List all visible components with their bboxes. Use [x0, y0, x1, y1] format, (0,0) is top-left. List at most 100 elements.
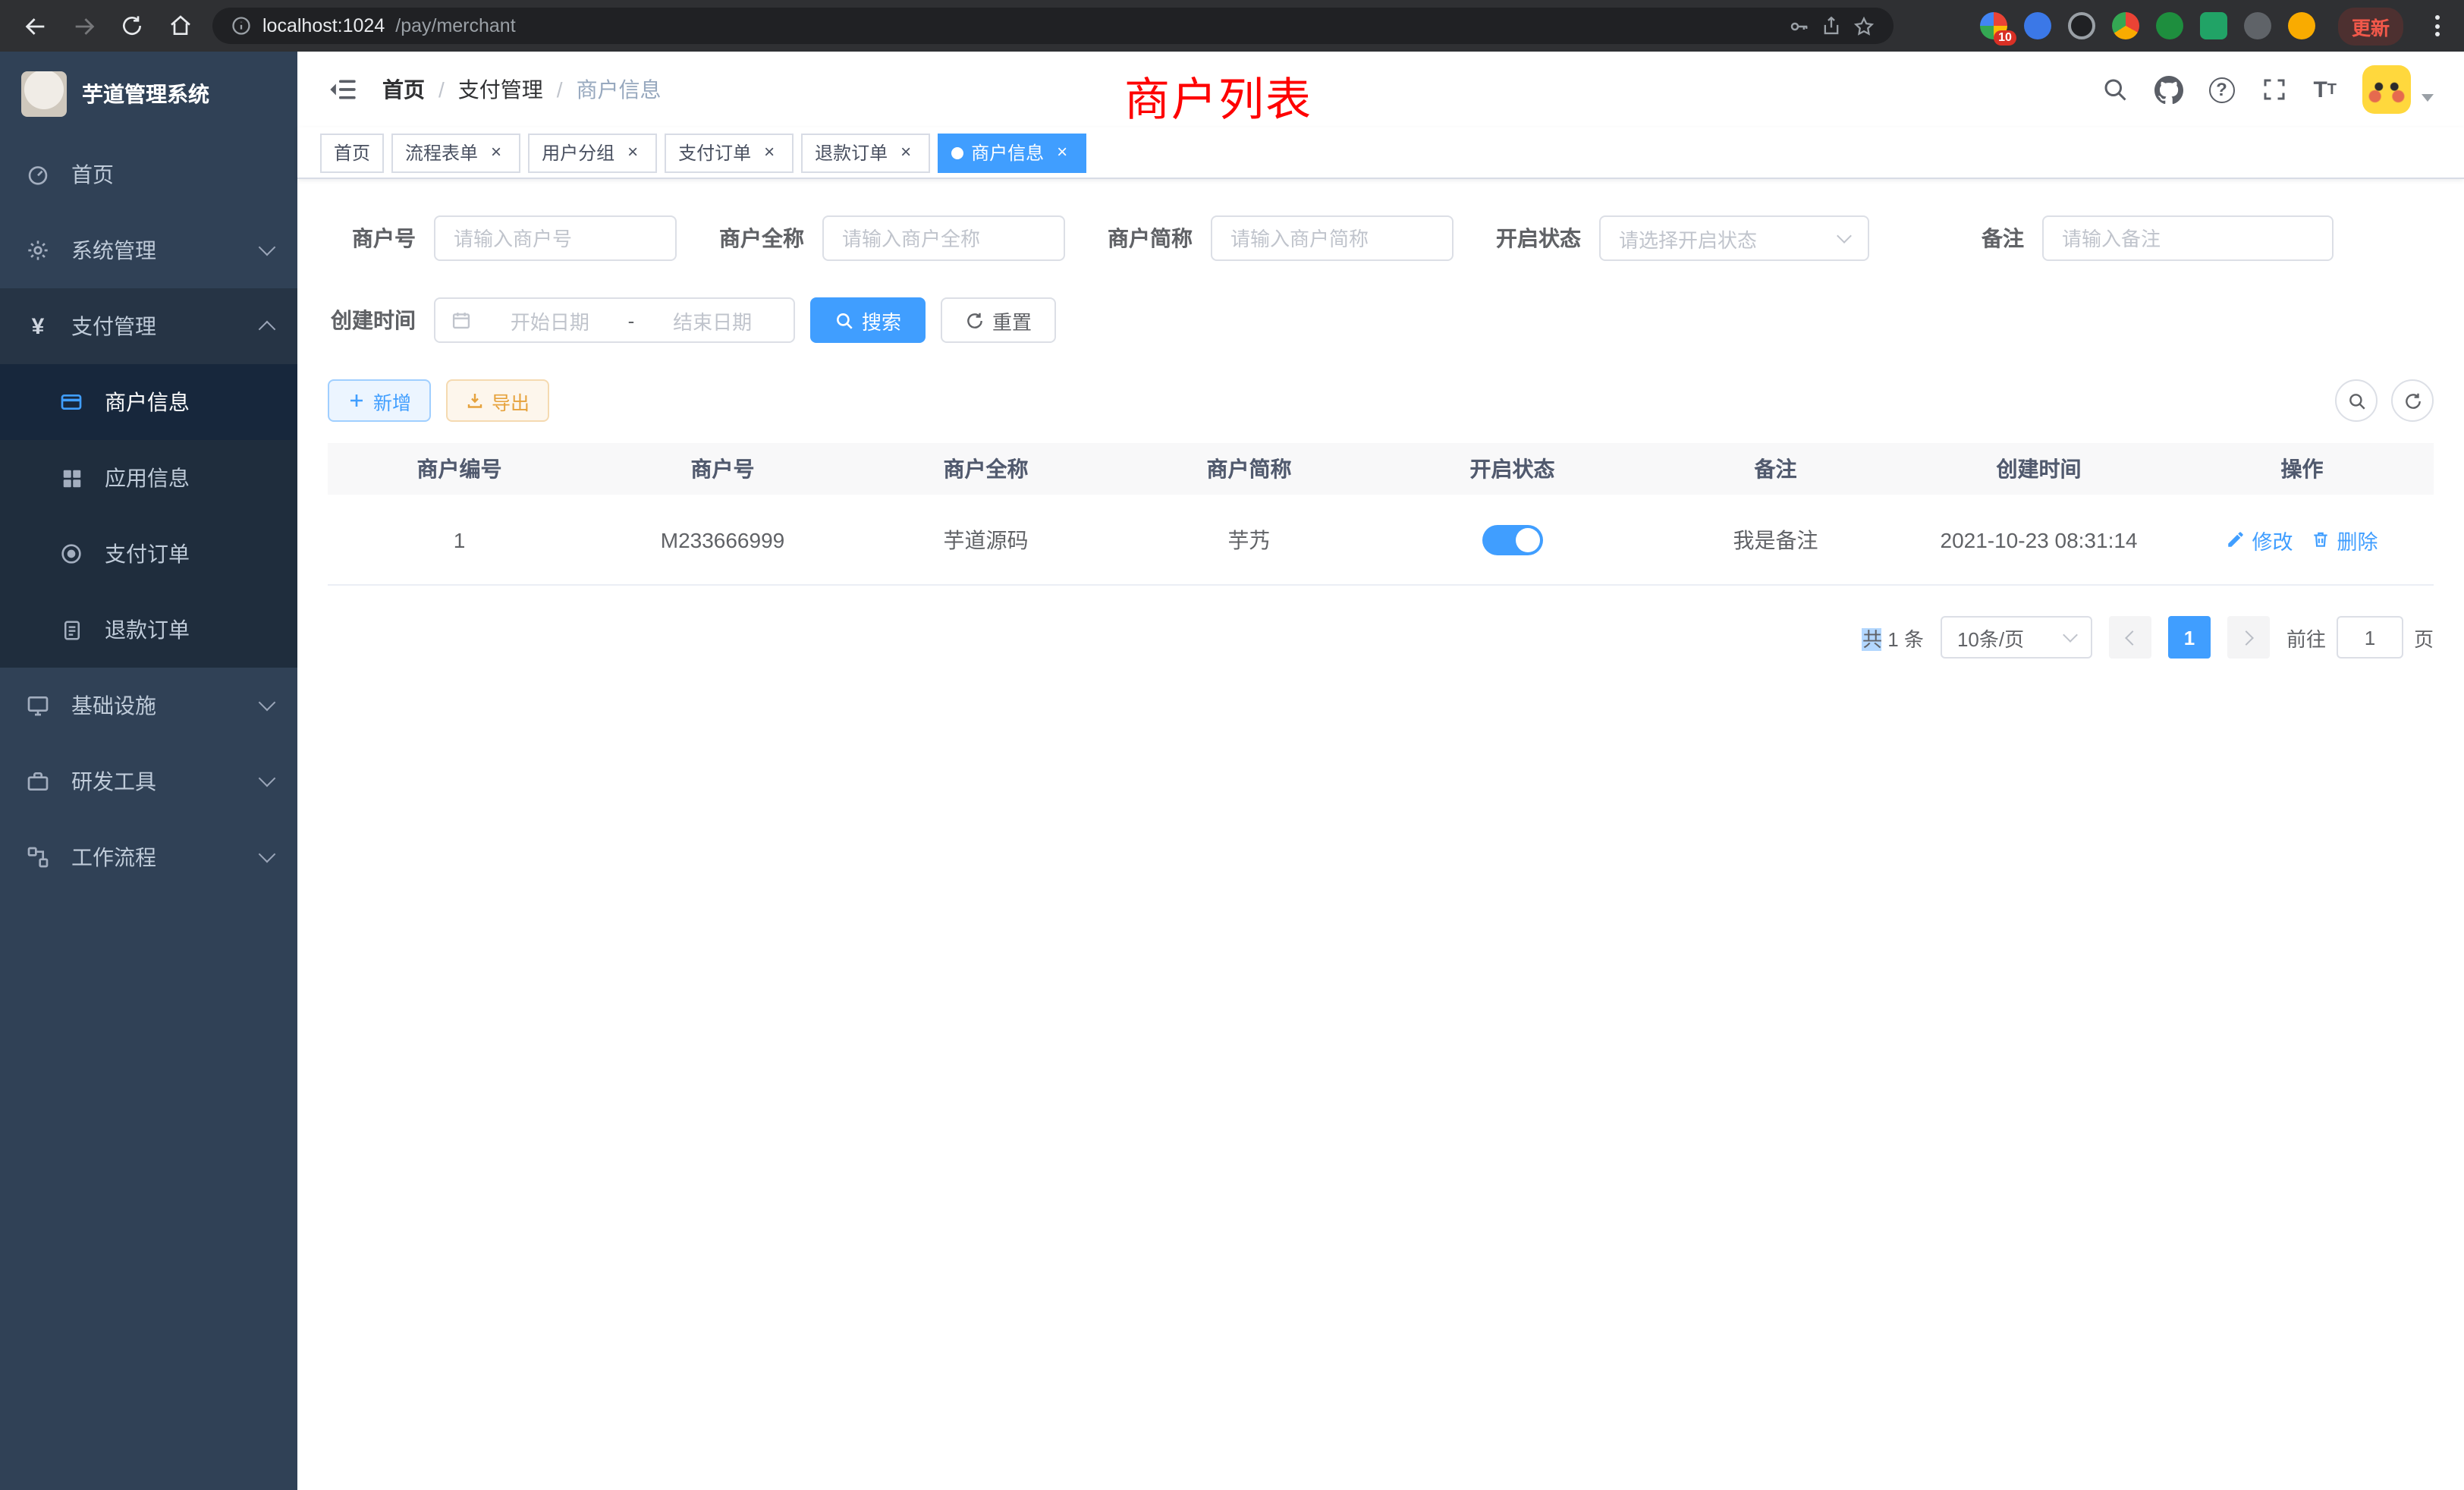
page-number-1[interactable]: 1	[2168, 616, 2211, 659]
tab-process-form[interactable]: 流程表单 ×	[391, 133, 520, 172]
fullscreen-icon[interactable]	[2260, 76, 2287, 103]
col-remark: 备注	[1644, 443, 1907, 495]
tab-close-icon[interactable]: ×	[622, 142, 643, 163]
remark-input[interactable]	[2042, 215, 2334, 261]
sidebar-item-refund-orders[interactable]: 退款订单	[0, 592, 297, 668]
reset-button[interactable]: 重置	[941, 297, 1056, 343]
chevron-right-icon	[2239, 630, 2254, 645]
date-range-picker[interactable]: 开始日期 - 结束日期	[434, 297, 795, 343]
app: 芋道管理系统 首页 系统管理 ¥ 支付管理	[0, 52, 2464, 1490]
extension-icon[interactable]	[2244, 12, 2271, 39]
sidebar-item-dev-tools[interactable]: 研发工具	[0, 743, 297, 819]
site-info-icon[interactable]	[231, 15, 252, 36]
url-path: /pay/merchant	[395, 15, 515, 36]
sidebar-item-payment-orders[interactable]: 支付订单	[0, 516, 297, 592]
tab-home[interactable]: 首页	[320, 133, 384, 172]
extension-icon[interactable]: 10	[1980, 12, 2007, 39]
avatar	[2362, 65, 2411, 114]
breadcrumb: 首页 / 支付管理 / 商户信息	[382, 74, 662, 105]
status-toggle[interactable]	[1482, 524, 1543, 555]
goto-page-input[interactable]	[2337, 616, 2403, 659]
extension-icon[interactable]	[2068, 12, 2095, 39]
cell-short-name: 芋艿	[1117, 495, 1381, 584]
share-icon[interactable]	[1821, 15, 1842, 36]
url-bar[interactable]: localhost:1024/pay/merchant	[212, 8, 1894, 44]
browser-menu-icon[interactable]	[2426, 9, 2449, 42]
tab-user-group[interactable]: 用户分组 ×	[528, 133, 657, 172]
sidebar-item-infrastructure[interactable]: 基础设施	[0, 668, 297, 743]
edit-link[interactable]: 修改	[2227, 524, 2293, 555]
add-button[interactable]: 新增	[328, 379, 431, 422]
topbar-actions: ? TT	[2101, 65, 2434, 114]
breadcrumb-current: 商户信息	[577, 74, 662, 105]
tab-close-icon[interactable]: ×	[759, 142, 780, 163]
toggle-search-icon[interactable]	[2335, 379, 2378, 422]
full-name-input[interactable]	[822, 215, 1065, 261]
sidebar-item-merchant-info[interactable]: 商户信息	[0, 364, 297, 440]
tab-payment-orders[interactable]: 支付订单 ×	[665, 133, 794, 172]
page-size-select[interactable]: 10条/页	[1941, 616, 2092, 659]
user-menu[interactable]	[2362, 65, 2434, 114]
sidebar-item-workflow[interactable]: 工作流程	[0, 819, 297, 895]
topbar: 首页 / 支付管理 / 商户信息 ?	[297, 52, 2464, 127]
search-button[interactable]: 搜索	[810, 297, 926, 343]
help-icon[interactable]: ?	[2208, 77, 2234, 102]
target-icon	[58, 542, 85, 566]
sidebar-item-system[interactable]: 系统管理	[0, 212, 297, 288]
status-select[interactable]: 请选择开启状态	[1599, 215, 1869, 261]
tab-merchant-info[interactable]: 商户信息 ×	[938, 133, 1086, 172]
logo-image	[21, 71, 67, 117]
pagination: 共 1 条 10条/页 1 前往 页	[328, 616, 2434, 659]
github-icon[interactable]	[2154, 75, 2183, 104]
refresh-icon[interactable]	[2391, 379, 2434, 422]
extension-icon[interactable]	[2200, 12, 2227, 39]
sidebar-item-app-info[interactable]: 应用信息	[0, 440, 297, 516]
full-name-label: 商户全称	[716, 223, 804, 253]
breadcrumb-separator: /	[438, 77, 445, 102]
remark-label: 备注	[1936, 223, 2024, 253]
short-name-input[interactable]	[1211, 215, 1454, 261]
chevron-up-icon	[259, 321, 276, 338]
bookmark-star-icon[interactable]	[1853, 14, 1875, 37]
home-icon[interactable]	[161, 6, 200, 46]
profile-avatar-icon[interactable]	[2288, 12, 2315, 39]
forward-icon[interactable]	[64, 6, 103, 46]
sidebar-logo[interactable]: 芋道管理系统	[0, 52, 297, 137]
merchant-no-input[interactable]	[434, 215, 677, 261]
dashboard-icon	[24, 162, 52, 187]
export-button[interactable]: 导出	[446, 379, 549, 422]
search-icon[interactable]	[2101, 76, 2128, 103]
tab-close-icon[interactable]: ×	[486, 142, 507, 163]
prev-page-button[interactable]	[2109, 616, 2151, 659]
extension-icon[interactable]	[2156, 12, 2183, 39]
yen-icon: ¥	[24, 313, 52, 339]
goto-suffix: 页	[2414, 623, 2434, 652]
tab-close-icon[interactable]: ×	[1051, 142, 1073, 163]
tab-refund-orders[interactable]: 退款订单 ×	[801, 133, 930, 172]
back-icon[interactable]	[15, 6, 55, 46]
reload-icon[interactable]	[112, 6, 152, 46]
start-date-placeholder: 开始日期	[484, 306, 616, 335]
extension-icon[interactable]	[2112, 12, 2139, 39]
breadcrumb-home[interactable]: 首页	[382, 74, 425, 105]
browser-update-button[interactable]: 更新	[2338, 7, 2403, 45]
delete-link[interactable]: 删除	[2312, 524, 2378, 555]
filter-row-2: 创建时间 开始日期 - 结束日期 搜索	[328, 297, 2434, 343]
short-name-label: 商户简称	[1105, 223, 1193, 253]
hamburger-icon[interactable]	[328, 74, 358, 105]
end-date-placeholder: 结束日期	[646, 306, 778, 335]
password-key-icon[interactable]	[1787, 14, 1810, 37]
extension-icon[interactable]	[2024, 12, 2051, 39]
next-page-button[interactable]	[2227, 616, 2270, 659]
chevron-down-icon	[259, 846, 276, 863]
sidebar-item-payment[interactable]: ¥ 支付管理	[0, 288, 297, 364]
browser-nav	[15, 6, 200, 46]
chevron-down-icon	[259, 239, 276, 256]
breadcrumb-payment[interactable]: 支付管理	[458, 74, 543, 105]
tab-close-icon[interactable]: ×	[895, 142, 916, 163]
col-status: 开启状态	[1381, 443, 1644, 495]
sidebar-item-home[interactable]: 首页	[0, 137, 297, 212]
gear-icon	[24, 238, 52, 262]
font-size-icon[interactable]: TT	[2313, 77, 2337, 102]
chevron-left-icon	[2125, 630, 2140, 645]
